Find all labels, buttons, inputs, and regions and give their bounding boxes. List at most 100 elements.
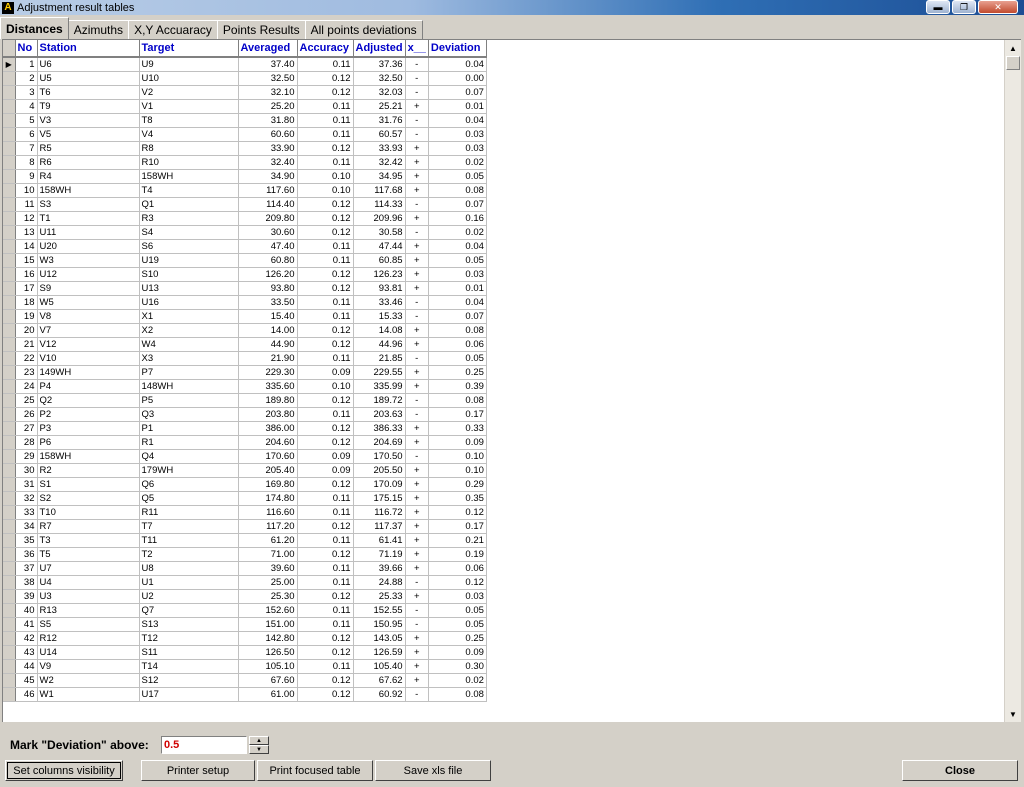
table-row[interactable]: 35 T3 T11 61.20 0.11 61.41 +0.21 (3, 533, 487, 548)
cell-accuracy[interactable]: 0.11 (297, 295, 354, 310)
table-row[interactable]: 15 W3 U19 60.80 0.11 60.85 +0.05 (3, 253, 487, 268)
cell-sign[interactable]: + (405, 169, 429, 184)
cell-no[interactable]: 2 (15, 71, 38, 86)
cell-deviation[interactable]: 0.25 (428, 365, 487, 380)
row-indicator[interactable] (3, 141, 16, 156)
cell-station[interactable]: S5 (37, 617, 140, 632)
cell-station[interactable]: S3 (37, 197, 140, 212)
cell-adjusted[interactable]: 15.33 (353, 309, 406, 324)
cell-sign[interactable]: + (405, 547, 429, 562)
table-row[interactable]: 10 158WH T4 117.60 0.10 117.68 +0.08 (3, 183, 487, 198)
row-indicator[interactable] (3, 99, 16, 114)
table-row[interactable]: 36 T5 T2 71.00 0.12 71.19 +0.19 (3, 547, 487, 562)
cell-sign[interactable]: - (405, 603, 429, 618)
cell-station[interactable]: T10 (37, 505, 140, 520)
cell-deviation[interactable]: 0.09 (428, 645, 487, 660)
cell-station[interactable]: R12 (37, 631, 140, 646)
cell-station[interactable]: P2 (37, 407, 140, 422)
cell-deviation[interactable]: 0.03 (428, 141, 487, 156)
cell-station[interactable]: P4 (37, 379, 140, 394)
cell-deviation[interactable]: 0.29 (428, 477, 487, 492)
cell-averaged[interactable]: 34.90 (238, 169, 298, 184)
table-row[interactable]: 34 R7 T7 117.20 0.12 117.37 +0.17 (3, 519, 487, 534)
cell-station[interactable]: V12 (37, 337, 140, 352)
table-row[interactable]: 42 R12 T12 142.80 0.12 143.05 +0.25 (3, 631, 487, 646)
cell-accuracy[interactable]: 0.12 (297, 71, 354, 86)
cell-adjusted[interactable]: 60.85 (353, 253, 406, 268)
cell-target[interactable]: X2 (139, 323, 239, 338)
row-indicator[interactable] (3, 379, 16, 394)
row-indicator[interactable] (3, 575, 16, 590)
cell-deviation[interactable]: 0.02 (428, 673, 487, 688)
row-indicator[interactable] (3, 547, 16, 562)
row-indicator[interactable] (3, 71, 16, 86)
cell-no[interactable]: 43 (15, 645, 38, 660)
row-indicator[interactable] (3, 113, 16, 128)
cell-target[interactable]: R1 (139, 435, 239, 450)
cell-averaged[interactable]: 203.80 (238, 407, 298, 422)
cell-no[interactable]: 10 (15, 183, 38, 198)
row-indicator[interactable] (3, 519, 16, 534)
cell-averaged[interactable]: 142.80 (238, 631, 298, 646)
cell-no[interactable]: 15 (15, 253, 38, 268)
cell-accuracy[interactable]: 0.11 (297, 603, 354, 618)
cell-adjusted[interactable]: 71.19 (353, 547, 406, 562)
cell-station[interactable]: 149WH (37, 365, 140, 380)
cell-station[interactable]: U5 (37, 71, 140, 86)
cell-averaged[interactable]: 14.00 (238, 323, 298, 338)
cell-averaged[interactable]: 174.80 (238, 491, 298, 506)
cell-no[interactable]: 12 (15, 211, 38, 226)
cell-sign[interactable]: - (405, 197, 429, 212)
cell-accuracy[interactable]: 0.12 (297, 477, 354, 492)
cell-averaged[interactable]: 209.80 (238, 211, 298, 226)
cell-station[interactable]: 158WH (37, 183, 140, 198)
table-row[interactable]: 22 V10 X3 21.90 0.11 21.85-0.05 (3, 351, 487, 366)
cell-sign[interactable]: + (405, 435, 429, 450)
cell-deviation[interactable]: 0.05 (428, 617, 487, 632)
cell-adjusted[interactable]: 229.55 (353, 365, 406, 380)
cell-accuracy[interactable]: 0.12 (297, 645, 354, 660)
cell-station[interactable]: T5 (37, 547, 140, 562)
cell-deviation[interactable]: 0.33 (428, 421, 487, 436)
cell-averaged[interactable]: 37.40 (238, 57, 298, 72)
cell-no[interactable]: 31 (15, 477, 38, 492)
cell-sign[interactable]: - (405, 351, 429, 366)
cell-deviation[interactable]: 0.04 (428, 57, 487, 72)
cell-target[interactable]: S4 (139, 225, 239, 240)
cell-deviation[interactable]: 0.02 (428, 155, 487, 170)
table-row[interactable]: 14 U20 S6 47.40 0.11 47.44 +0.04 (3, 239, 487, 254)
cell-sign[interactable]: + (405, 141, 429, 156)
cell-accuracy[interactable]: 0.09 (297, 449, 354, 464)
cell-target[interactable]: R8 (139, 141, 239, 156)
cell-accuracy[interactable]: 0.12 (297, 519, 354, 534)
tab-points-results[interactable]: Points Results (216, 20, 306, 39)
cell-deviation[interactable]: 0.04 (428, 239, 487, 254)
cell-station[interactable]: S9 (37, 281, 140, 296)
cell-deviation[interactable]: 0.05 (428, 169, 487, 184)
cell-deviation[interactable]: 0.19 (428, 547, 487, 562)
cell-no[interactable]: 42 (15, 631, 38, 646)
cell-adjusted[interactable]: 189.72 (353, 393, 406, 408)
cell-sign[interactable]: + (405, 323, 429, 338)
cell-deviation[interactable]: 0.03 (428, 589, 487, 604)
table-row[interactable]: 39 U3 U2 25.30 0.12 25.33 +0.03 (3, 589, 487, 604)
cell-station[interactable]: P3 (37, 421, 140, 436)
cell-adjusted[interactable]: 33.93 (353, 141, 406, 156)
cell-no[interactable]: 3 (15, 85, 38, 100)
cell-no[interactable]: 37 (15, 561, 38, 576)
cell-adjusted[interactable]: 126.59 (353, 645, 406, 660)
cell-no[interactable]: 9 (15, 169, 38, 184)
cell-target[interactable]: Q3 (139, 407, 239, 422)
cell-averaged[interactable]: 116.60 (238, 505, 298, 520)
mark-deviation-input[interactable] (161, 736, 247, 754)
cell-deviation[interactable]: 0.03 (428, 267, 487, 282)
cell-accuracy[interactable]: 0.12 (297, 141, 354, 156)
cell-station[interactable]: V9 (37, 659, 140, 674)
cell-target[interactable]: V1 (139, 99, 239, 114)
cell-averaged[interactable]: 386.00 (238, 421, 298, 436)
row-indicator[interactable] (3, 463, 16, 478)
row-indicator[interactable] (3, 477, 16, 492)
table-row[interactable]: 16 U12 S10 126.20 0.12 126.23 +0.03 (3, 267, 487, 282)
cell-no[interactable]: 45 (15, 673, 38, 688)
cell-sign[interactable]: + (405, 589, 429, 604)
